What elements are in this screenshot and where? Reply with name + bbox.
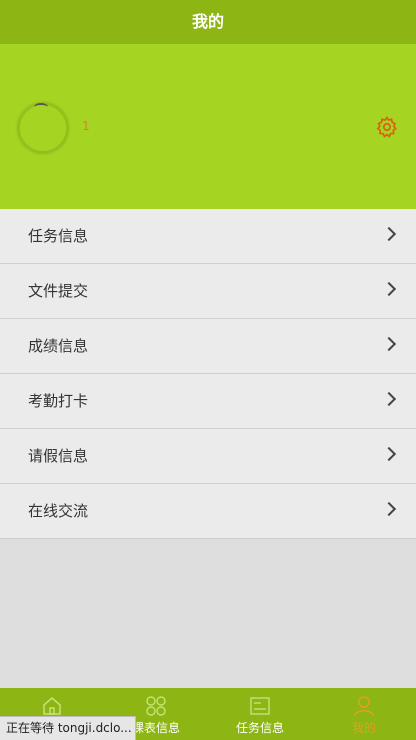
home-icon: [43, 697, 61, 715]
tab-label: 我的: [351, 721, 376, 735]
menu-item-label: 文件提交: [28, 282, 89, 300]
avatar[interactable]: [18, 103, 68, 153]
menu-item-label: 任务信息: [28, 227, 89, 245]
menu-item-leave[interactable]: 请假信息: [0, 429, 416, 484]
menu-item-task-info[interactable]: 任务信息: [0, 209, 416, 264]
profile-section: 1: [0, 44, 416, 209]
chevron-right-icon: [381, 226, 397, 242]
page-title: 我的: [0, 0, 416, 44]
username: 1: [82, 119, 90, 133]
chevron-right-icon: [381, 336, 397, 352]
menu-item-label: 成绩信息: [28, 337, 89, 355]
task-icon: [250, 697, 270, 715]
gear-icon[interactable]: [375, 115, 399, 139]
menu-item-attendance[interactable]: 考勤打卡: [0, 374, 416, 429]
chevron-right-icon: [381, 281, 397, 297]
chevron-right-icon: [381, 501, 397, 517]
tab-label: 任务信息: [235, 721, 284, 735]
menu-item-label: 在线交流: [28, 502, 89, 520]
menu-item-file-submit[interactable]: 文件提交: [0, 264, 416, 319]
chevron-right-icon: [381, 391, 397, 407]
menu-item-label: 请假信息: [28, 447, 89, 465]
menu-item-label: 考勤打卡: [28, 392, 89, 410]
grid-icon: [146, 696, 166, 716]
menu-list: 任务信息 文件提交 成绩信息 考勤打卡 请假信息 在线交流: [0, 209, 416, 539]
tab-tasks[interactable]: 任务信息: [208, 688, 312, 740]
menu-item-chat[interactable]: 在线交流: [0, 484, 416, 539]
menu-item-grades[interactable]: 成绩信息: [0, 319, 416, 374]
tab-mine[interactable]: 我的: [312, 688, 416, 740]
browser-status-text: 正在等待 tongji.dclo...: [0, 716, 136, 740]
chevron-right-icon: [381, 446, 397, 462]
user-icon: [354, 696, 374, 717]
